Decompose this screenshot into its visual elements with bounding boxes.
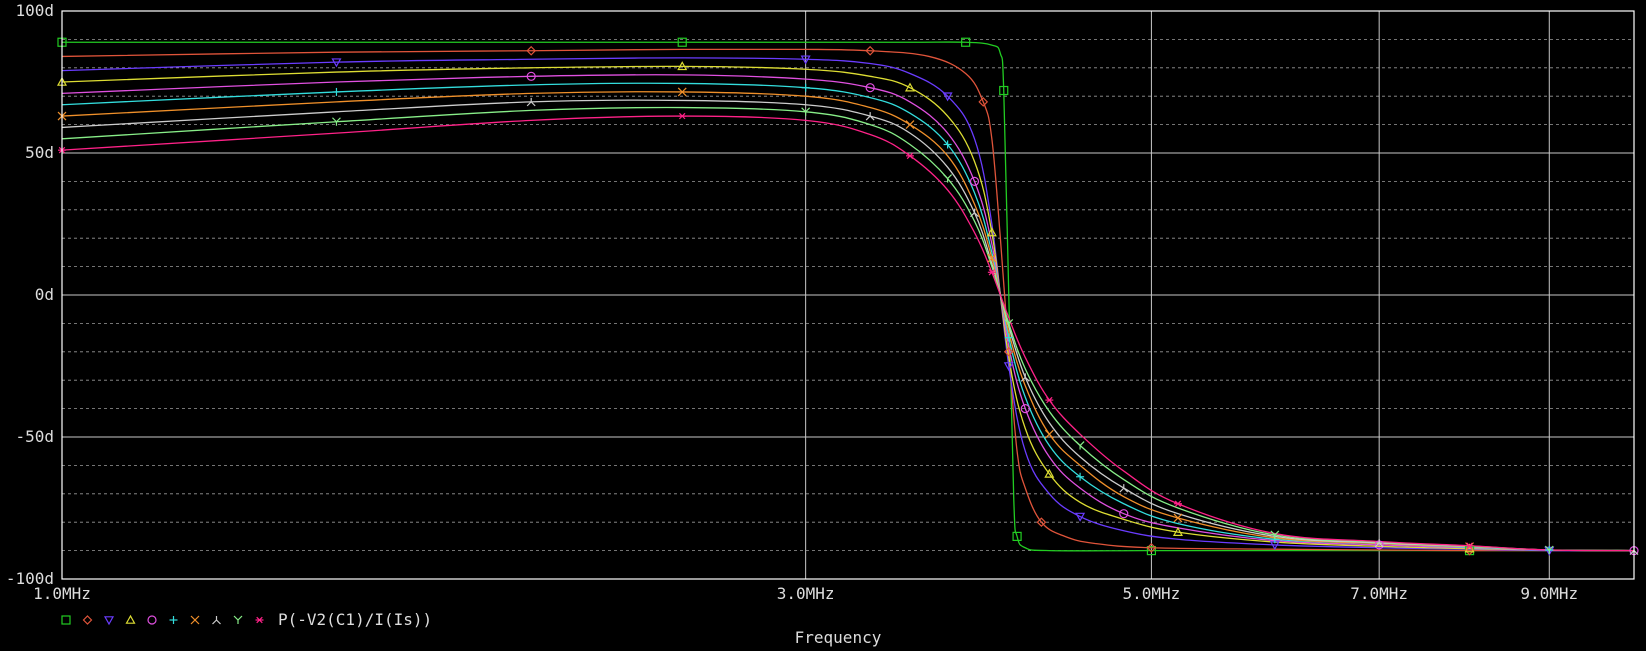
x-axis-label: Frequency	[795, 628, 882, 647]
x-tick-label: 3.0MHz	[777, 584, 835, 603]
legend-label: P(-V2(C1)/I(Is))	[278, 610, 432, 629]
x-tick-label: 1.0MHz	[33, 584, 91, 603]
y-tick-label: 0d	[35, 285, 54, 304]
x-tick-label: 5.0MHz	[1123, 584, 1181, 603]
plot-window: 100d 50d 0d -50d -100d 1.0MHz 3.0MHz 5.0MHz 7.0…	[0, 0, 1646, 647]
chart-svg: 100d50d0d-50d-100d 1.0MHz 3.0MHz 5.0MHz 7.0…	[0, 0, 1646, 647]
y-tick-label: -50d	[15, 427, 54, 446]
x-tick-label: 9.0MHz	[1520, 584, 1578, 603]
y-tick-label: 100d	[15, 1, 54, 20]
y-tick-label: 50d	[25, 143, 54, 162]
x-tick-label: 7.0MHz	[1350, 584, 1408, 603]
